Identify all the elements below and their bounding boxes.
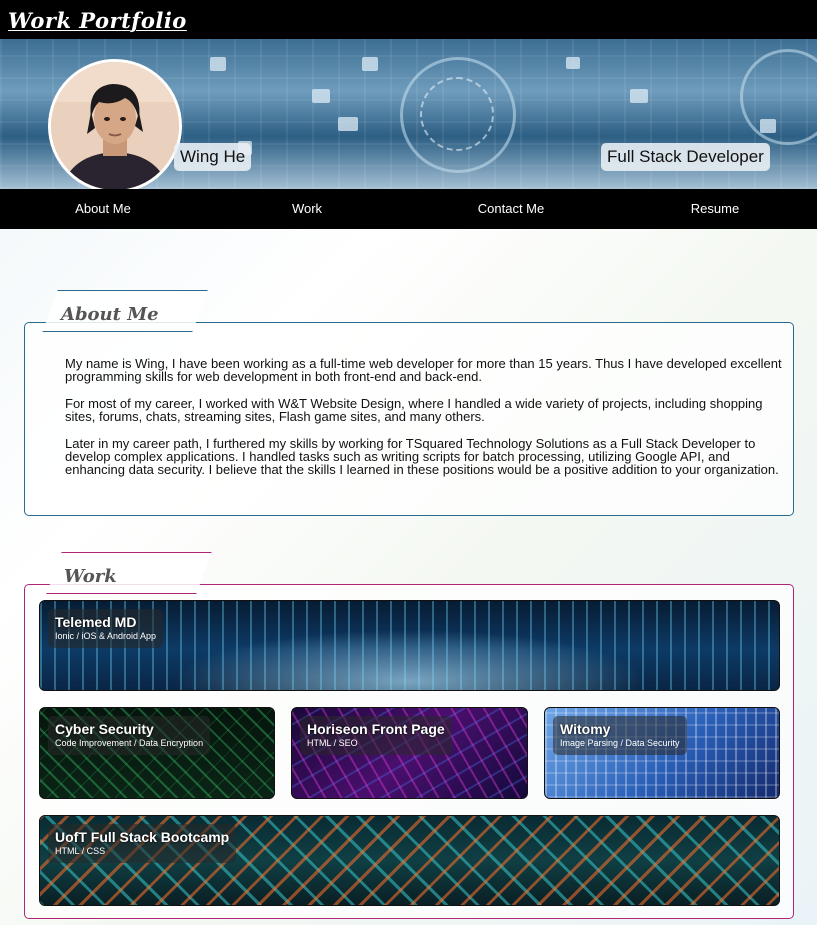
about-text: My name is Wing, I have been working as … bbox=[65, 357, 783, 490]
profile-photo bbox=[51, 62, 179, 190]
project-card-cyber-security[interactable]: Cyber Security Code Improvement / Data E… bbox=[39, 707, 275, 799]
project-caption: Telemed MD Ionic / iOS & Android App bbox=[48, 609, 164, 648]
banner-decoration bbox=[338, 117, 358, 131]
site-title: Work Portfolio bbox=[8, 8, 187, 33]
project-caption: UofT Full Stack Bootcamp HTML / CSS bbox=[48, 824, 237, 863]
nav-resume[interactable]: Resume bbox=[691, 189, 739, 229]
project-title: Witomy bbox=[560, 721, 611, 737]
banner-decoration bbox=[362, 57, 378, 71]
project-title: Cyber Security bbox=[55, 721, 154, 737]
about-paragraph: For most of my career, I worked with W&T… bbox=[65, 396, 763, 424]
banner-decoration bbox=[566, 57, 580, 69]
project-subtitle: HTML / CSS bbox=[55, 846, 106, 856]
project-subtitle: Code Improvement / Data Encryption bbox=[55, 738, 204, 748]
project-title: Horiseon Front Page bbox=[307, 721, 445, 737]
project-subtitle: HTML / SEO bbox=[307, 738, 358, 748]
work-heading: Work bbox=[64, 566, 117, 587]
project-subtitle: Image Parsing / Data Security bbox=[560, 738, 680, 748]
project-title: UofT Full Stack Bootcamp bbox=[55, 829, 230, 845]
project-card-witomy[interactable]: Witomy Image Parsing / Data Security bbox=[544, 707, 780, 799]
about-paragraph: Later in my career path, I furthered my … bbox=[65, 436, 779, 477]
project-subtitle: Ionic / iOS & Android App bbox=[55, 631, 157, 641]
project-card-uoft-bootcamp[interactable]: UofT Full Stack Bootcamp HTML / CSS bbox=[39, 815, 780, 906]
project-card-telemed-md[interactable]: Telemed MD Ionic / iOS & Android App bbox=[39, 600, 780, 691]
banner-decoration bbox=[630, 89, 648, 103]
profile-name: Wing He bbox=[174, 143, 252, 171]
main-nav: About Me Work Contact Me Resume bbox=[0, 189, 817, 229]
profile-role: Full Stack Developer bbox=[601, 143, 770, 171]
project-caption: Cyber Security Code Improvement / Data E… bbox=[48, 716, 211, 755]
about-paragraph: My name is Wing, I have been working as … bbox=[65, 356, 782, 384]
banner-decoration bbox=[740, 49, 817, 145]
about-heading: About Me bbox=[61, 304, 159, 325]
banner-decoration bbox=[312, 89, 330, 103]
project-caption: Witomy Image Parsing / Data Security bbox=[553, 716, 687, 755]
site-header: Work Portfolio bbox=[0, 0, 817, 39]
banner-decoration bbox=[210, 57, 226, 71]
nav-about-me[interactable]: About Me bbox=[75, 189, 131, 229]
project-caption: Horiseon Front Page HTML / SEO bbox=[300, 716, 452, 755]
nav-work[interactable]: Work bbox=[292, 189, 322, 229]
about-section: My name is Wing, I have been working as … bbox=[24, 322, 794, 516]
nav-contact-me[interactable]: Contact Me bbox=[478, 189, 544, 229]
banner-decoration bbox=[420, 77, 494, 151]
project-title: Telemed MD bbox=[55, 614, 137, 630]
project-card-horiseon[interactable]: Horiseon Front Page HTML / SEO bbox=[291, 707, 528, 799]
avatar bbox=[48, 59, 182, 193]
